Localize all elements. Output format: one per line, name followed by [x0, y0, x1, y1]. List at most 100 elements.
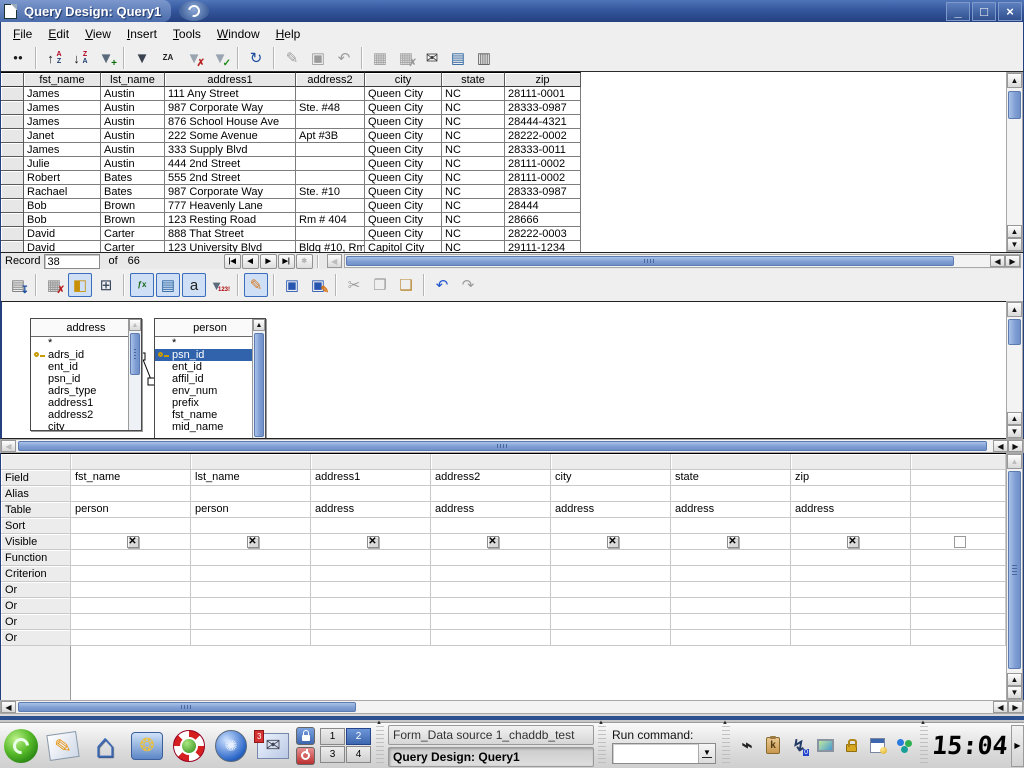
- wallet-tray-icon[interactable]: [840, 735, 862, 757]
- logout-button[interactable]: [296, 747, 315, 765]
- query-cell-sort-2[interactable]: [311, 518, 431, 534]
- query-cell-table-7[interactable]: [911, 502, 1006, 518]
- edit-button[interactable]: ✎: [244, 273, 268, 297]
- query-grid-hscrollbar[interactable]: ◀ ◀ ▶: [0, 700, 1024, 714]
- scroll-left-button[interactable]: ◀: [993, 701, 1008, 713]
- cell-fst_name[interactable]: David: [24, 241, 101, 252]
- query-cell-field-5[interactable]: state: [671, 470, 791, 486]
- query-cell-function-3[interactable]: [431, 550, 551, 566]
- field-fst_name[interactable]: fst_name: [155, 409, 252, 421]
- result-data-grid[interactable]: fst_namelst_nameaddress1address2citystat…: [0, 72, 1024, 252]
- query-cell-or1-4[interactable]: [551, 598, 671, 614]
- scroll-thumb[interactable]: [130, 333, 140, 375]
- cell-address1[interactable]: 987 Corporate Way: [165, 185, 296, 199]
- row-selector[interactable]: [1, 115, 24, 129]
- query-cell-field-1[interactable]: lst_name: [191, 470, 311, 486]
- alias-button[interactable]: a: [182, 273, 206, 297]
- cell-city[interactable]: Queen City: [365, 115, 442, 129]
- query-cell-or3-2[interactable]: [311, 630, 431, 646]
- scroll-up-button[interactable]: ▲: [1007, 302, 1022, 317]
- query-cell-alias-1[interactable]: [191, 486, 311, 502]
- display-tray-icon[interactable]: [814, 735, 836, 757]
- cell-fst_name[interactable]: James: [24, 87, 101, 101]
- first-record-button[interactable]: |◀: [224, 254, 241, 269]
- query-cell-table-2[interactable]: address: [311, 502, 431, 518]
- query-cell-or2-3[interactable]: [431, 614, 551, 630]
- cell-address2[interactable]: [296, 143, 365, 157]
- home-launcher[interactable]: ⌂: [85, 726, 125, 766]
- query-cell-or3-0[interactable]: [71, 630, 191, 646]
- applet-handle[interactable]: [598, 726, 606, 766]
- cell-lst_name[interactable]: Brown: [101, 213, 165, 227]
- cell-address2[interactable]: [296, 171, 365, 185]
- scroll-left-button[interactable]: ◀: [1, 701, 16, 713]
- field-prefix[interactable]: prefix: [155, 397, 252, 409]
- field-address1[interactable]: address1: [31, 397, 128, 409]
- visible-checkbox[interactable]: [954, 536, 966, 548]
- cell-address1[interactable]: 987 Corporate Way: [165, 101, 296, 115]
- row-selector[interactable]: [1, 185, 24, 199]
- query-column-header[interactable]: [191, 454, 311, 470]
- cell-address1[interactable]: 123 University Blvd: [165, 241, 296, 252]
- cell-address1[interactable]: 444 2nd Street: [165, 157, 296, 171]
- menu-file[interactable]: File: [5, 24, 40, 44]
- query-cell-criterion-0[interactable]: [71, 566, 191, 582]
- query-cell-visible-2[interactable]: ✕: [311, 534, 431, 550]
- menu-edit[interactable]: Edit: [40, 24, 77, 44]
- cell-address2[interactable]: Apt #3B: [296, 129, 365, 143]
- undo-data-button[interactable]: ↶: [332, 46, 356, 70]
- delete-record-button[interactable]: ▦✗: [394, 46, 418, 70]
- scroll-thumb[interactable]: [346, 256, 954, 266]
- next-record-button[interactable]: ▶: [260, 254, 277, 269]
- desktop-2[interactable]: 2: [346, 728, 371, 745]
- menu-window[interactable]: Window: [209, 24, 268, 44]
- query-cell-function-5[interactable]: [671, 550, 791, 566]
- cell-city[interactable]: Queen City: [365, 213, 442, 227]
- query-cell-or3-5[interactable]: [671, 630, 791, 646]
- field-star[interactable]: *: [31, 337, 128, 349]
- query-cell-table-0[interactable]: person: [71, 502, 191, 518]
- cell-lst_name[interactable]: Brown: [101, 199, 165, 213]
- prev-record-button[interactable]: ◀: [242, 254, 259, 269]
- kontact-launcher[interactable]: ✉: [253, 726, 293, 766]
- query-cell-or2-1[interactable]: [191, 614, 311, 630]
- cell-state[interactable]: NC: [442, 199, 505, 213]
- query-cell-criterion-3[interactable]: [431, 566, 551, 582]
- cell-address1[interactable]: 555 2nd Street: [165, 171, 296, 185]
- table-name-button[interactable]: ▤: [156, 273, 180, 297]
- visible-checkbox[interactable]: ✕: [127, 536, 139, 548]
- visible-checkbox[interactable]: ✕: [727, 536, 739, 548]
- updater-tray-icon[interactable]: [892, 735, 914, 757]
- cell-address1[interactable]: 222 Some Avenue: [165, 129, 296, 143]
- cell-state[interactable]: NC: [442, 157, 505, 171]
- query-cell-or0-0[interactable]: [71, 582, 191, 598]
- row-selector[interactable]: [1, 171, 24, 185]
- cell-state[interactable]: NC: [442, 143, 505, 157]
- cell-address2[interactable]: [296, 227, 365, 241]
- query-cell-alias-3[interactable]: [431, 486, 551, 502]
- taskbar-window-button[interactable]: Query Design: Query1: [388, 747, 594, 767]
- query-cell-or1-7[interactable]: [911, 598, 1006, 614]
- query-cell-sort-7[interactable]: [911, 518, 1006, 534]
- query-cell-sort-6[interactable]: [791, 518, 911, 534]
- query-cell-or3-1[interactable]: [191, 630, 311, 646]
- data-source-as-table-button[interactable]: ▤: [446, 46, 470, 70]
- row-selector[interactable]: [1, 101, 24, 115]
- query-cell-criterion-2[interactable]: [311, 566, 431, 582]
- query-cell-table-4[interactable]: address: [551, 502, 671, 518]
- cell-address2[interactable]: [296, 87, 365, 101]
- row-selector[interactable]: [1, 87, 24, 101]
- scroll-left-button[interactable]: ◀: [993, 440, 1008, 452]
- field-city[interactable]: city: [31, 421, 128, 431]
- cell-state[interactable]: NC: [442, 213, 505, 227]
- cell-address1[interactable]: 876 School House Ave: [165, 115, 296, 129]
- query-column-header[interactable]: [551, 454, 671, 470]
- column-header-city[interactable]: city: [365, 72, 442, 87]
- menu-view[interactable]: View: [77, 24, 119, 44]
- cell-fst_name[interactable]: Rachael: [24, 185, 101, 199]
- lock-session-button[interactable]: [296, 727, 315, 745]
- visible-checkbox[interactable]: ✕: [247, 536, 259, 548]
- cell-fst_name[interactable]: James: [24, 101, 101, 115]
- query-cell-alias-6[interactable]: [791, 486, 911, 502]
- cell-zip[interactable]: 28111-0002: [505, 171, 581, 185]
